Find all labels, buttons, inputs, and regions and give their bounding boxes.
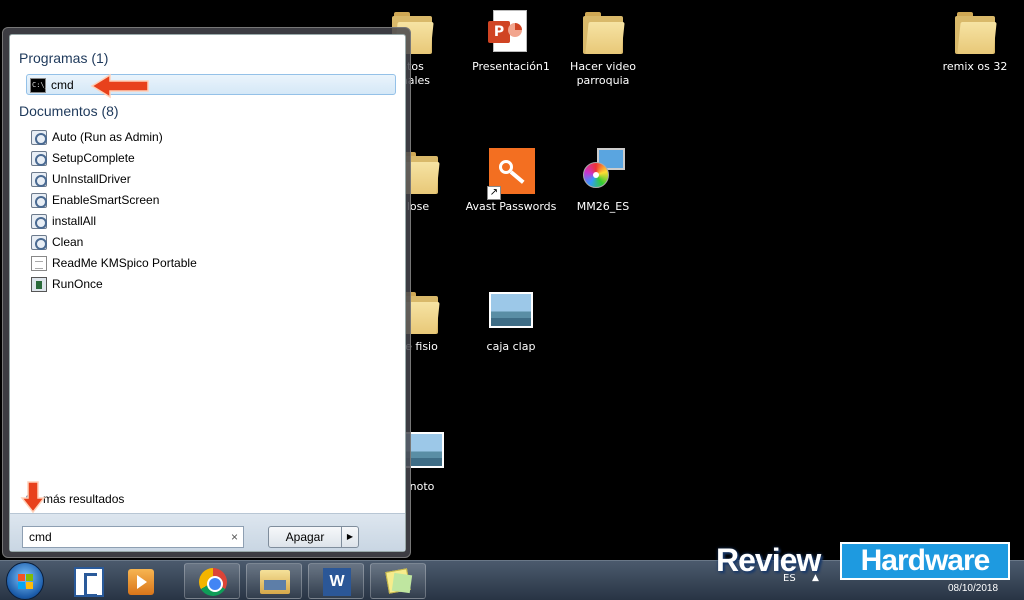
desktop-icon-label: Avast Passwords	[465, 200, 557, 213]
desktop-icon-label: MM26_ES	[576, 200, 630, 213]
image-file-icon	[487, 288, 535, 336]
media-player-icon	[128, 569, 154, 595]
result-label: SetupComplete	[52, 151, 135, 165]
script-icon	[31, 172, 47, 187]
result-label: Clean	[52, 235, 84, 249]
desktop-icon-label: remix os 32	[942, 60, 1008, 73]
clock-date[interactable]: 08/10/2018	[930, 583, 1016, 594]
result-label: EnableSmartScreen	[52, 193, 160, 207]
powerpoint-file-icon: P	[487, 8, 535, 56]
watermark-hardware-text: Hardware	[840, 542, 1010, 580]
result-item-document[interactable]: Auto (Run as Admin)	[28, 127, 398, 148]
annotation-arrow-down	[20, 481, 46, 514]
programs-heading: Programas (1)	[19, 50, 109, 66]
desktop-icon-label: Hacer video parroquia	[570, 60, 636, 87]
desktop-icon-presentation[interactable]: P Presentación1	[465, 8, 557, 74]
shutdown-button[interactable]: Apagar	[268, 526, 342, 548]
result-label: cmd	[51, 78, 74, 92]
search-results-panel: Programas (1) C:\_ cmd Documentos (8) Au…	[9, 34, 406, 552]
taskbar-file-explorer[interactable]	[246, 563, 302, 599]
result-item-document[interactable]: UnInstallDriver	[28, 169, 398, 190]
registry-icon	[31, 277, 47, 292]
desktop-icon-label: Presentación1	[472, 60, 550, 73]
word-icon: W	[323, 568, 351, 596]
start-button[interactable]	[6, 562, 44, 600]
documents-heading: Documentos (8)	[19, 103, 119, 119]
result-item-document[interactable]: Clean	[28, 232, 398, 253]
taskbar-server-manager[interactable]	[70, 565, 110, 597]
result-label: installAll	[52, 214, 97, 228]
script-icon	[31, 193, 47, 208]
more-results-label: más resultados	[43, 492, 125, 506]
desktop-icon-image[interactable]: caja clap	[465, 288, 557, 354]
search-input[interactable]: cmd ×	[22, 526, 244, 548]
cmd-icon: C:\_	[30, 78, 49, 93]
folder-icon	[951, 8, 999, 56]
taskbar-chrome[interactable]	[184, 563, 240, 599]
result-item-cmd[interactable]: C:\_ cmd	[26, 74, 396, 95]
script-icon	[31, 130, 47, 145]
taskbar-word[interactable]: W	[308, 563, 364, 599]
result-label: RunOnce	[52, 277, 103, 291]
result-item-document[interactable]: ReadMe KMSpico Portable	[28, 253, 398, 274]
result-item-document[interactable]: SetupComplete	[28, 148, 398, 169]
avast-passwords-icon: ↗	[487, 148, 535, 200]
windows-logo-icon	[18, 574, 34, 590]
chrome-icon	[199, 568, 227, 596]
text-file-icon	[31, 256, 47, 271]
server-manager-icon	[74, 567, 104, 597]
search-input-value: cmd	[29, 530, 52, 544]
desktop-icon-folder[interactable]: Hacer video parroquia	[557, 8, 649, 88]
annotation-arrow-left	[90, 73, 149, 99]
taskbar-sticky-notes[interactable]	[370, 563, 426, 599]
script-icon	[31, 151, 47, 166]
desktop-icon-avast-passwords[interactable]: ↗ Avast Passwords	[465, 148, 557, 214]
installer-icon	[579, 148, 627, 196]
start-menu: Programas (1) C:\_ cmd Documentos (8) Au…	[2, 27, 411, 558]
result-label: Auto (Run as Admin)	[52, 130, 163, 144]
result-label: ReadMe KMSpico Portable	[52, 256, 197, 270]
desktop-icon-label: caja clap	[486, 340, 536, 353]
result-label: UnInstallDriver	[52, 172, 131, 186]
script-icon	[31, 235, 47, 250]
shutdown-options-arrow[interactable]: ▶	[341, 526, 359, 548]
desktop-icon-installer[interactable]: MM26_ES	[557, 148, 649, 214]
clear-search-icon[interactable]: ×	[231, 527, 238, 547]
result-item-document[interactable]: EnableSmartScreen	[28, 190, 398, 211]
script-icon	[31, 214, 47, 229]
folder-icon	[579, 8, 627, 56]
search-bar: cmd × Apagar ▶	[10, 513, 405, 551]
result-item-document[interactable]: installAll	[28, 211, 398, 232]
file-explorer-icon	[260, 570, 290, 594]
taskbar-media-player[interactable]	[122, 565, 162, 597]
review-hardware-watermark: Review Hardware	[712, 540, 1012, 582]
shortcut-arrow-icon: ↗	[487, 186, 501, 200]
watermark-review-text: Review	[716, 542, 821, 578]
result-item-document[interactable]: RunOnce	[28, 274, 398, 295]
desktop-icon-folder[interactable]: remix os 32	[929, 8, 1021, 74]
